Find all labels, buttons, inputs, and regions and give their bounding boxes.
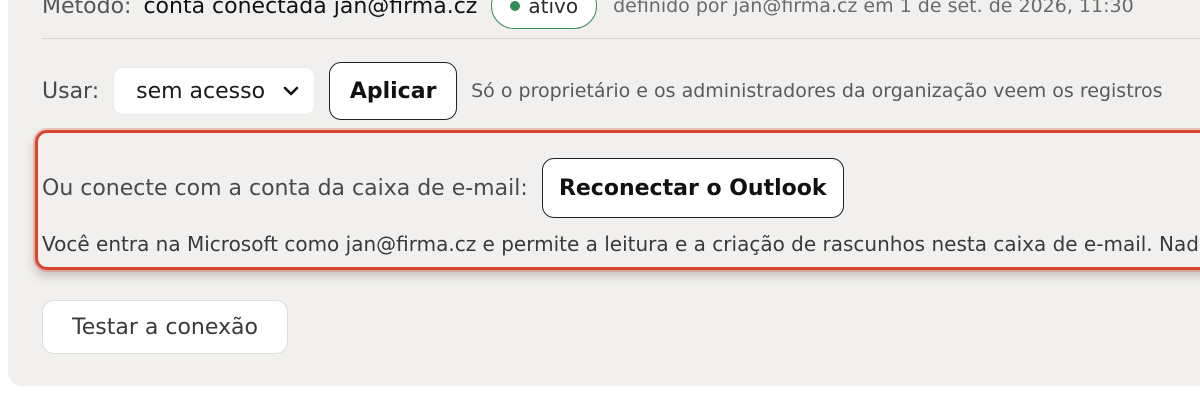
method-label: Método: — [42, 0, 132, 19]
connect-row: Ou conecte com a conta da caixa de e-mai… — [42, 158, 844, 218]
use-note: Só o proprietário e os administradores d… — [471, 80, 1163, 102]
method-row: Método: conta conectada jan@firma.cz ati… — [42, 0, 1134, 30]
divider — [42, 38, 1200, 39]
status-text: ativo — [528, 0, 579, 18]
connect-note: Você entra na Microsoft como jan@firma.c… — [42, 232, 1200, 256]
method-meta: definido por jan@firma.cz em 1 de set. d… — [613, 0, 1134, 17]
status-badge: ativo — [491, 0, 598, 29]
chevron-down-icon — [283, 86, 299, 96]
access-select[interactable]: sem acesso — [113, 67, 316, 115]
connect-label: Ou conecte com a conta da caixa de e-mai… — [42, 175, 528, 201]
use-row: Usar: sem acesso Aplicar Só o proprietár… — [42, 62, 1163, 120]
test-connection-button[interactable]: Testar a conexão — [42, 300, 288, 354]
method-value: conta conectada jan@firma.cz — [143, 0, 478, 19]
status-dot-icon — [510, 1, 521, 11]
apply-button[interactable]: Aplicar — [329, 62, 458, 120]
reconnect-outlook-button[interactable]: Reconectar o Outlook — [541, 158, 844, 218]
access-select-value: sem acesso — [136, 78, 266, 104]
use-label: Usar: — [42, 78, 100, 104]
